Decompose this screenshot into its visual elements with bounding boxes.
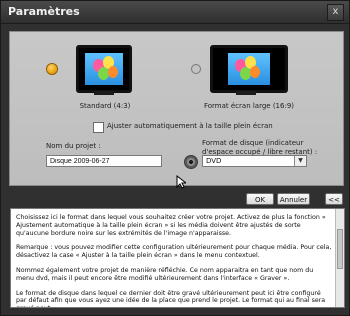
project-name-label: Nom du projet : <box>46 142 101 150</box>
format-wide-label: Format écran large (16:9) <box>203 102 295 110</box>
dialog-title: Paramètres <box>8 5 80 18</box>
format-standard-radio[interactable] <box>47 64 57 74</box>
disc-icon <box>184 155 198 169</box>
format-wide-radio[interactable] <box>191 64 201 74</box>
collapse-button[interactable]: << <box>325 193 343 205</box>
scrollbar-thumb[interactable] <box>337 229 343 269</box>
mouse-cursor-icon <box>176 175 186 189</box>
auto-fit-checkbox[interactable] <box>93 122 104 133</box>
help-paragraph: Choisissez ici le format dans lequel vou… <box>16 214 326 237</box>
settings-panel: Standard (4:3) Format écran large (16:9)… <box>9 31 344 189</box>
help-panel[interactable]: Choisissez ici le format dans lequel vou… <box>10 208 345 308</box>
tv-wide-icon[interactable] <box>206 45 292 99</box>
disc-format-value: DVD <box>206 157 222 165</box>
tv-standard-icon[interactable] <box>68 45 140 99</box>
close-button[interactable]: x <box>327 4 344 21</box>
format-standard-label: Standard (4:3) <box>79 102 131 110</box>
ok-button[interactable]: OK <box>246 193 274 205</box>
chevron-down-icon[interactable]: ▼ <box>294 156 306 166</box>
settings-dialog: Paramètres x Standard (4:3) Format écran… <box>0 0 350 316</box>
help-scrollbar[interactable] <box>335 209 344 307</box>
help-paragraph: Nommez également votre projet de manière… <box>16 266 314 282</box>
close-icon: x <box>332 6 339 17</box>
disc-format-select[interactable]: DVD ▼ <box>202 155 307 167</box>
title-bar[interactable]: Paramètres x <box>1 1 349 24</box>
cancel-button[interactable]: Annuler <box>277 193 310 205</box>
project-name-input[interactable] <box>46 155 162 167</box>
help-paragraph: Remarque : vous pouvez modifier cette co… <box>16 244 332 260</box>
help-text: Choisissez ici le format dans lequel vou… <box>16 214 332 307</box>
auto-fit-label: Ajuster automatiquement à la taille plei… <box>107 122 273 130</box>
help-paragraph: Le format de disque dans lequel ce derni… <box>16 289 326 307</box>
